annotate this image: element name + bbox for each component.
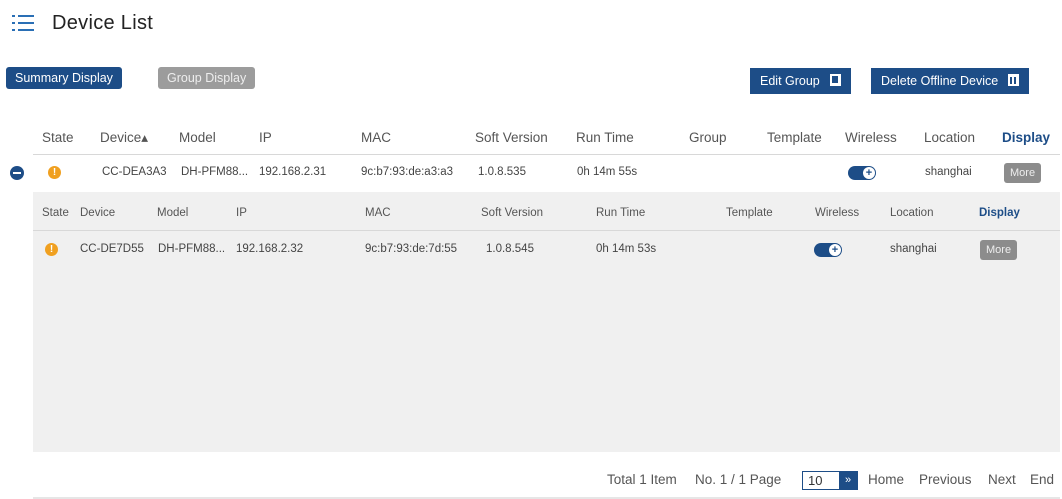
column-header-ip: IP: [259, 130, 272, 145]
column-header-model: Model: [179, 130, 216, 145]
subcolumn-header-mac: MAC: [365, 207, 391, 219]
subrow-run-time: 0h 14m 53s: [596, 243, 657, 255]
row-model: DH-PFM88...: [181, 166, 249, 178]
list-icon: [12, 12, 36, 34]
page-size-select[interactable]: 10 »: [802, 471, 858, 490]
next-link[interactable]: Next: [988, 472, 1016, 487]
edit-group-label: Edit Group: [760, 74, 820, 88]
column-header-group: Group: [689, 130, 727, 145]
trash-icon: [1008, 74, 1020, 86]
column-header-mac: MAC: [361, 130, 391, 145]
total-items: Total 1 Item: [607, 472, 677, 487]
row-mac: 9c:b7:93:de:a3:a3: [361, 166, 454, 178]
subrow-soft-version: 1.0.8.545: [486, 243, 534, 255]
row-soft-version: 1.0.8.535: [478, 166, 526, 178]
column-header-location: Location: [924, 130, 976, 145]
column-header-device[interactable]: Device▴: [100, 130, 148, 146]
header-divider: [33, 154, 1060, 155]
row-device: CC-DEA3A3: [102, 166, 167, 178]
subcolumn-header-ip: IP: [236, 207, 247, 219]
column-header-run-time: Run Time: [576, 130, 634, 145]
subrow-location: shanghai: [890, 243, 937, 255]
end-link[interactable]: End: [1030, 472, 1054, 487]
previous-link[interactable]: Previous: [919, 472, 972, 487]
subheader-divider: [33, 230, 1060, 231]
group-display-button[interactable]: Group Display: [158, 67, 256, 89]
edit-icon: [829, 74, 841, 86]
delete-offline-device-button[interactable]: Delete Offline Device: [871, 68, 1030, 94]
page-size-value: 10: [808, 473, 823, 488]
subcolumn-header-display: Display: [979, 207, 1020, 219]
row-ip: 192.168.2.31: [259, 166, 327, 178]
column-header-state: State: [42, 130, 74, 145]
row-run-time: 0h 14m 55s: [577, 166, 638, 178]
subrow-device: CC-DE7D55: [80, 243, 144, 255]
more-button[interactable]: More: [1004, 163, 1042, 183]
subcolumn-header-run-time: Run Time: [596, 207, 646, 219]
subcolumn-header-wireless: Wireless: [815, 207, 860, 219]
subcolumn-header-template: Template: [726, 207, 773, 219]
row-location: shanghai: [925, 166, 972, 178]
delete-offline-label: Delete Offline Device: [881, 74, 999, 88]
edit-group-button[interactable]: Edit Group: [750, 68, 851, 94]
home-link[interactable]: Home: [868, 472, 904, 487]
double-chevron-down-icon: »: [839, 472, 857, 489]
page-info: No. 1 / 1 Page: [695, 472, 782, 487]
subrow-model: DH-PFM88...: [158, 243, 226, 255]
column-header-soft-version: Soft Version: [475, 130, 548, 145]
collapse-icon[interactable]: [10, 166, 24, 180]
warning-icon: !: [45, 243, 58, 256]
summary-display-button[interactable]: Summary Display: [6, 67, 122, 89]
wireless-toggle[interactable]: [814, 243, 842, 257]
group-subtable-panel: [33, 192, 1060, 452]
subrow-ip: 192.168.2.32: [236, 243, 304, 255]
wireless-toggle[interactable]: [848, 166, 876, 180]
subcolumn-header-state: State: [42, 207, 69, 219]
column-header-template: Template: [767, 130, 822, 145]
page-header: Device List: [12, 8, 153, 38]
subcolumn-header-model: Model: [157, 207, 189, 219]
subrow-mac: 9c:b7:93:de:7d:55: [365, 243, 458, 255]
column-header-display: Display: [1002, 130, 1051, 145]
warning-icon: !: [48, 166, 61, 179]
subcolumn-header-location: Location: [890, 207, 934, 219]
subcolumn-header-soft-version: Soft Version: [481, 207, 544, 219]
more-button[interactable]: More: [980, 240, 1018, 260]
page-title: Device List: [52, 11, 154, 34]
column-header-wireless: Wireless: [845, 130, 897, 145]
subcolumn-header-device: Device: [80, 207, 116, 219]
